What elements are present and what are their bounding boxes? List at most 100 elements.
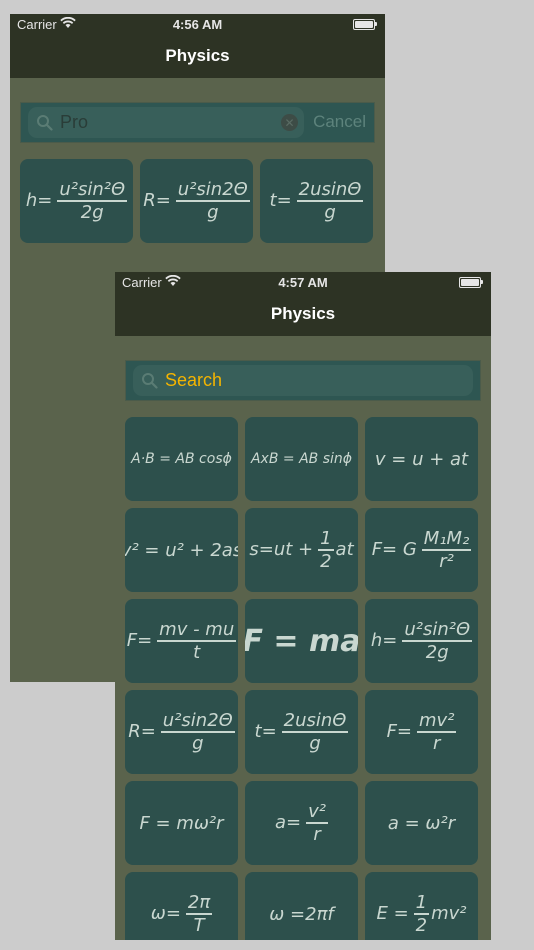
- search-bar: ✕ Cancel: [20, 102, 375, 143]
- fraction-numerator: u²sin2Θ: [175, 179, 250, 202]
- formula-lhs: R=: [143, 190, 171, 211]
- fraction-denominator: r: [313, 824, 321, 845]
- page-title: Physics: [270, 304, 336, 323]
- formula-tile[interactable]: A·B = AB cosϕ: [125, 417, 238, 501]
- fraction-numerator: u²sin²Θ: [57, 179, 128, 202]
- formula-lhs: F=: [126, 630, 153, 651]
- clear-circle-icon[interactable]: ✕: [281, 114, 298, 131]
- formula-rhs: mv²: [431, 903, 467, 924]
- formula-tile[interactable]: h= u²sin²Θ 2g: [365, 599, 478, 683]
- formula-tile[interactable]: a = ω²r: [365, 781, 478, 865]
- formula-tile[interactable]: v² = u² + 2as: [125, 508, 238, 592]
- search-input[interactable]: [60, 107, 240, 138]
- search-bar: [125, 360, 481, 401]
- fraction-denominator: g: [207, 202, 219, 223]
- formula-lhs: E =: [376, 903, 409, 924]
- fraction-numerator: 2usinΘ: [296, 179, 364, 202]
- navigation-bar: Physics: [10, 34, 385, 78]
- formula-tile[interactable]: F= mv - mu t: [125, 599, 238, 683]
- formula-lhs: ω=: [150, 903, 181, 924]
- status-time: 4:57 AM: [278, 275, 328, 290]
- formula-tile[interactable]: a= v² r: [245, 781, 358, 865]
- formula-fraction: 2usinΘ g: [281, 710, 349, 754]
- formula-text: AxB = AB sinϕ: [250, 451, 353, 467]
- fraction-denominator: 2g: [425, 642, 449, 663]
- fraction-denominator: 2g: [80, 202, 104, 223]
- search-field[interactable]: [133, 365, 473, 396]
- formula-tile[interactable]: F= G M₁M₂ r²: [365, 508, 478, 592]
- status-bar: Carrier 4:56 AM: [10, 14, 385, 34]
- fraction-denominator: T: [193, 915, 205, 936]
- formula-tile[interactable]: F = ma: [245, 599, 358, 683]
- formula-tile[interactable]: t= 2usinΘ g: [245, 690, 358, 774]
- formula-lhs: t=: [269, 190, 292, 211]
- formula-text: F= mv - mu t: [127, 619, 237, 663]
- formula-lhs: R=: [128, 721, 156, 742]
- fraction-numerator: 1: [318, 528, 334, 551]
- formula-text: v = u + at: [374, 448, 469, 470]
- formula-tile[interactable]: h= u²sin²Θ 2g: [20, 159, 133, 243]
- formula-rhs: at: [335, 539, 354, 560]
- fraction-denominator: t: [193, 642, 201, 663]
- fraction-numerator: 2usinΘ: [281, 710, 349, 733]
- fraction-denominator: g: [192, 733, 204, 754]
- formula-fraction: 12: [318, 528, 334, 572]
- formula-tile[interactable]: v = u + at: [365, 417, 478, 501]
- formula-text: t= 2usinΘ g: [255, 710, 349, 754]
- formula-text: ω= 2π T: [150, 892, 213, 936]
- formula-text: F= G M₁M₂ r²: [372, 528, 472, 572]
- formula-text: a = ω²r: [387, 812, 456, 834]
- fraction-denominator: r: [433, 733, 441, 754]
- formula-fraction: M₁M₂ r²: [421, 528, 472, 572]
- formula-text: v² = u² + 2as: [125, 539, 238, 561]
- formula-lhs: s=ut +: [249, 539, 314, 560]
- fraction-denominator: g: [309, 733, 321, 754]
- search-field[interactable]: ✕: [28, 107, 304, 138]
- formula-tile[interactable]: ω= 2π T: [125, 872, 238, 940]
- formula-text: s=ut +1 2 at: [249, 528, 353, 572]
- battery-icon: [353, 19, 377, 30]
- fraction-denominator: 2: [415, 915, 428, 936]
- fraction-denominator: r²: [439, 551, 454, 572]
- magnifier-icon: [142, 373, 158, 389]
- formula-tile[interactable]: ω =2πf: [245, 872, 358, 940]
- fraction-numerator: 1: [413, 892, 430, 915]
- formula-lhs: h=: [370, 630, 398, 651]
- fraction-denominator: 2: [320, 551, 332, 572]
- formula-text: E = 1 2 mv²: [376, 892, 466, 936]
- magnifier-icon: [37, 115, 53, 131]
- formula-tile[interactable]: AxB = AB sinϕ: [245, 417, 358, 501]
- formula-lhs: F= G: [371, 539, 417, 560]
- formula-fraction: 2usinΘ g: [296, 179, 364, 223]
- formula-text: h= u²sin²Θ 2g: [370, 619, 473, 663]
- fraction-numerator: M₁M₂: [421, 528, 472, 551]
- fraction-numerator: mv - mu: [157, 619, 237, 642]
- cancel-button[interactable]: Cancel: [313, 112, 366, 132]
- formula-tile[interactable]: R= u²sin2Θ g: [140, 159, 253, 243]
- formula-fraction: u²sin2Θ g: [175, 179, 250, 223]
- formula-text: ω =2πf: [269, 903, 334, 925]
- fraction-numerator: u²sin²Θ: [402, 619, 473, 642]
- formula-tile[interactable]: E = 1 2 mv²: [365, 872, 478, 940]
- formula-tile[interactable]: R= u²sin2Θ g: [125, 690, 238, 774]
- formula-text: t= 2usinΘ g: [270, 179, 364, 223]
- formula-text: R= u²sin2Θ g: [143, 179, 250, 223]
- fraction-numerator: u²sin2Θ: [160, 710, 235, 733]
- formula-fraction: u²sin²Θ 2g: [57, 179, 128, 223]
- formula-text: F= mv² r: [387, 710, 457, 754]
- fraction-numerator: v²: [306, 801, 328, 824]
- formula-text: A·B = AB cosϕ: [131, 451, 232, 467]
- formula-text: F = mω²r: [139, 812, 224, 834]
- formula-lhs: t=: [254, 721, 277, 742]
- formula-tile[interactable]: s=ut +1 2 at: [245, 508, 358, 592]
- formula-fraction: u²sin2Θ g: [160, 710, 235, 754]
- formula-tile[interactable]: F= mv² r: [365, 690, 478, 774]
- fraction-denominator: g: [324, 202, 336, 223]
- formula-fraction: 2π T: [185, 892, 213, 936]
- formula-tile[interactable]: t= 2usinΘ g: [260, 159, 373, 243]
- formula-lhs: a=: [275, 812, 302, 833]
- formula-lhs: F=: [386, 721, 413, 742]
- search-input[interactable]: [165, 365, 365, 396]
- formula-lhs: h=: [25, 190, 53, 211]
- formula-tile[interactable]: F = mω²r: [125, 781, 238, 865]
